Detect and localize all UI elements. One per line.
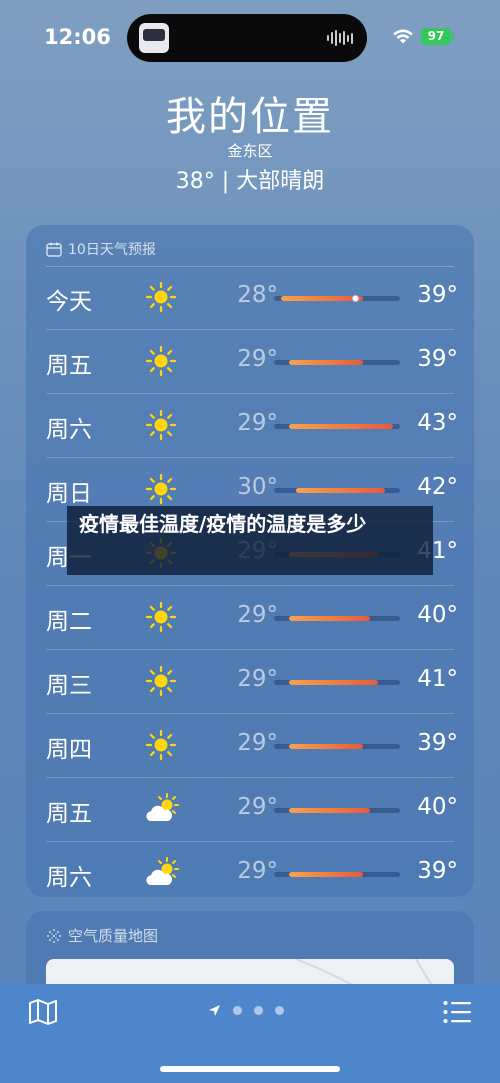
forecast-low: 28° — [237, 282, 278, 308]
forecast-high: 39° — [417, 858, 458, 884]
temperature-range-fill — [288, 872, 363, 877]
forecast-row[interactable]: 周二 29° 40° — [26, 586, 474, 650]
forecast-day: 周五 — [46, 801, 92, 827]
temperature-range-fill — [296, 488, 386, 493]
temperature-range-bar — [274, 295, 400, 302]
forecast-high: 39° — [417, 282, 458, 308]
page-dot[interactable] — [275, 1006, 284, 1015]
forecast-day: 周日 — [46, 481, 92, 507]
forecast-row[interactable]: 周五 29° 40° — [26, 778, 474, 842]
forecast-low: 29° — [237, 730, 278, 756]
sun-icon — [144, 664, 178, 698]
forecast-low: 29° — [237, 666, 278, 692]
temperature-range-bar — [274, 360, 400, 365]
temperature-range-fill — [288, 744, 363, 749]
forecast-row[interactable]: 今天 28° 39° — [26, 266, 474, 330]
map-icon[interactable] — [28, 998, 58, 1026]
partly-cloudy-icon — [144, 856, 179, 890]
audio-waveform-icon — [327, 30, 353, 46]
forecast-high: 40° — [417, 794, 458, 820]
forecast-low: 29° — [237, 410, 278, 436]
temperature-range-bar — [274, 616, 400, 621]
forecast-low: 30° — [237, 474, 278, 500]
current-temp-dot — [352, 295, 360, 302]
forecast-row[interactable]: 周三 29° 41° — [26, 650, 474, 714]
air-quality-icon — [47, 928, 61, 943]
forecast-day: 周六 — [46, 417, 92, 443]
temperature-range-fill — [288, 360, 363, 365]
temperature-range-bar — [274, 680, 400, 685]
forecast-high: 41° — [417, 666, 458, 692]
forecast-row[interactable]: 周六 29° 43° — [26, 394, 474, 458]
forecast-low: 29° — [237, 794, 278, 820]
forecast-high: 39° — [417, 346, 458, 372]
forecast-high: 43° — [417, 410, 458, 436]
battery-indicator: 97 — [421, 28, 454, 45]
sun-icon — [144, 280, 178, 314]
air-quality-label: 空气质量地图 — [68, 927, 159, 945]
temperature-range-fill — [288, 808, 371, 813]
sun-icon — [144, 728, 178, 762]
status-bar: 12:06 97 — [0, 0, 500, 70]
air-quality-header: 空气质量地图 — [46, 925, 158, 946]
wifi-icon — [393, 29, 413, 44]
now-playing-artwork — [139, 23, 169, 53]
temperature-range-bar — [274, 808, 400, 813]
title-banner: 疫情最佳温度/疫情的温度是多少 — [67, 506, 433, 575]
temperature-range-fill — [288, 616, 371, 621]
temperature-range-fill — [281, 296, 363, 301]
temperature-range-fill — [288, 424, 393, 429]
current-conditions: 38° | 大部晴朗 — [175, 169, 325, 194]
home-indicator[interactable] — [160, 1066, 340, 1072]
forecast-day: 周二 — [46, 609, 92, 635]
forecast-row[interactable]: 周四 29° 39° — [26, 714, 474, 778]
forecast-day: 周六 — [46, 865, 92, 891]
forecast-low: 29° — [237, 858, 278, 884]
bottom-toolbar — [0, 984, 500, 1083]
forecast-day: 周三 — [46, 673, 92, 699]
temperature-range-fill — [288, 680, 378, 685]
forecast-row[interactable]: 周五 29° 39° — [26, 330, 474, 394]
sun-icon — [144, 408, 178, 442]
status-time: 12:06 — [44, 25, 111, 49]
forecast-low: 29° — [237, 346, 278, 372]
dynamic-island[interactable] — [127, 14, 367, 62]
sun-icon — [144, 472, 178, 506]
list-icon[interactable] — [443, 1000, 471, 1024]
page-indicator[interactable] — [208, 1004, 284, 1017]
partly-cloudy-icon — [144, 792, 179, 826]
location-arrow-icon — [209, 1005, 220, 1016]
forecast-low: 29° — [237, 602, 278, 628]
forecast-day: 周四 — [46, 737, 92, 763]
page-dot[interactable] — [233, 1006, 242, 1015]
temperature-range-bar — [274, 488, 400, 493]
forecast-header-label: 10日天气预报 — [68, 242, 156, 258]
forecast-row[interactable]: 周六 29° 39° — [26, 842, 474, 906]
forecast-header: 10日天气预报 — [46, 239, 156, 259]
temperature-range-bar — [274, 872, 400, 877]
sun-icon — [144, 600, 178, 634]
forecast-day: 今天 — [46, 289, 92, 315]
forecast-high: 39° — [417, 730, 458, 756]
forecast-day: 周五 — [46, 353, 92, 379]
forecast-high: 40° — [417, 602, 458, 628]
calendar-icon — [46, 242, 62, 257]
sun-icon — [144, 344, 178, 378]
location-title: 我的位置 — [166, 94, 334, 140]
page-dot[interactable] — [254, 1006, 263, 1015]
temperature-range-bar — [274, 424, 400, 429]
forecast-high: 42° — [417, 474, 458, 500]
temperature-range-bar — [274, 744, 400, 749]
location-district: 金东区 — [227, 142, 273, 160]
